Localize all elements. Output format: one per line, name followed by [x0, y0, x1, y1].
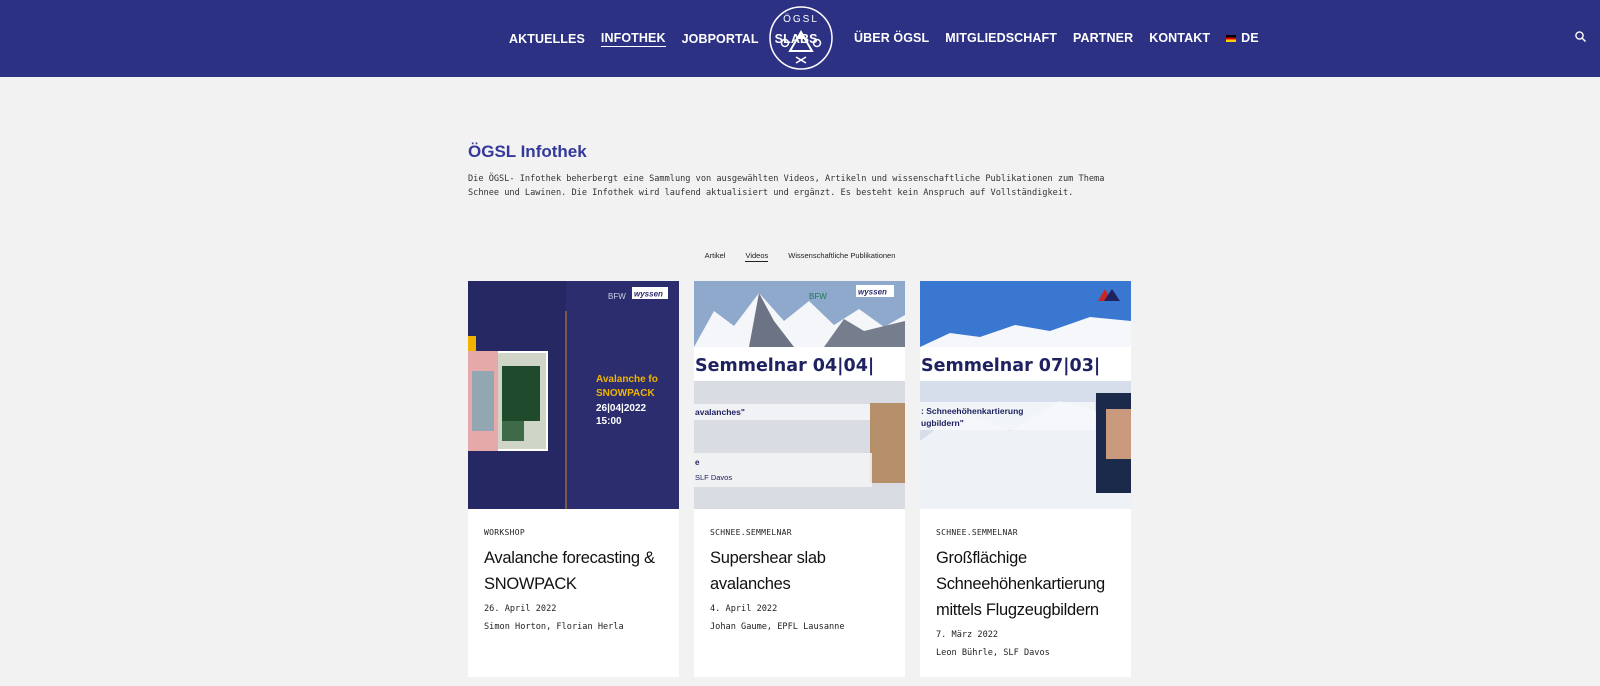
video-thumbnail[interactable]: BFW wyssen Avalanche fo SNOWPACK 26|04|2…: [468, 281, 679, 509]
nav-jobportal[interactable]: JOBPORTAL: [682, 31, 759, 47]
card-date: 4. April 2022: [710, 604, 778, 614]
card-author: Johan Gaume, EPFL Lausanne: [710, 622, 845, 632]
nav-kontakt[interactable]: KONTAKT: [1149, 30, 1210, 46]
thumb-banner: Semmelnar 04|04|: [695, 356, 874, 376]
filter-artikel[interactable]: Artikel: [705, 251, 726, 262]
thumb-date: 26|04|2022: [596, 403, 647, 414]
thumb-sub1: e: [695, 458, 700, 467]
video-card[interactable]: BFW wyssen Semmelnar 04|04| avalanches" …: [694, 281, 905, 677]
thumb-quote-2: ugbildern": [921, 418, 964, 428]
language-label: DE: [1241, 31, 1259, 45]
thumb-logo-bfw: BFW: [608, 292, 626, 301]
thumb-quote-1: : Schneehöhenkartierung: [921, 406, 1024, 416]
filter-videos[interactable]: Videos: [745, 251, 769, 262]
language-switch[interactable]: DE: [1226, 30, 1259, 46]
search-icon[interactable]: [1574, 30, 1588, 44]
page-title: ÖGSL Infothek: [468, 142, 587, 161]
thumb-banner: Semmelnar 07|03|: [921, 356, 1100, 376]
card-date: 7. März 2022: [936, 630, 999, 640]
thumb-time: 15:00: [596, 416, 622, 427]
nav-infothek[interactable]: INFOTHEK: [600, 30, 666, 47]
card-category[interactable]: WORKSHOP: [484, 528, 663, 537]
video-thumbnail[interactable]: Semmelnar 07|03| : Schneehöhenkartierung…: [920, 281, 1131, 509]
logo-text: ÖGSL: [783, 13, 819, 25]
filter-tabs: Artikel Videos Wissenschaftliche Publika…: [0, 251, 1600, 262]
thumb-logo-wyssen: wyssen: [858, 288, 887, 297]
card-date: 26. April 2022: [484, 604, 557, 614]
oegsl-logo[interactable]: ÖGSL: [768, 5, 834, 71]
card-title[interactable]: Avalanche forecasting & SNOWPACK: [484, 545, 663, 597]
nav-partner[interactable]: PARTNER: [1073, 30, 1133, 46]
thumb-headline-2: SNOWPACK: [596, 388, 655, 399]
card-category[interactable]: SCHNEE.SEMMELNAR: [936, 528, 1115, 537]
video-card[interactable]: Semmelnar 07|03| : Schneehöhenkartierung…: [920, 281, 1131, 677]
thumb-quote: avalanches": [695, 407, 745, 417]
video-thumbnail[interactable]: BFW wyssen Semmelnar 04|04| avalanches" …: [694, 281, 905, 509]
nav-mitgliedschaft[interactable]: MITGLIEDSCHAFT: [945, 30, 1057, 46]
thumb-headline: Avalanche fo: [596, 374, 658, 385]
thumb-logo-wyssen: wyssen: [634, 290, 663, 299]
intro-text: Die ÖGSL- Infothek beherbergt eine Samml…: [468, 174, 1105, 198]
card-category[interactable]: SCHNEE.SEMMELNAR: [710, 528, 889, 537]
card-author: Simon Horton, Florian Herla: [484, 622, 624, 632]
nav-aktuelles[interactable]: AKTUELLES: [509, 31, 585, 47]
main-nav-right: ÜBER ÖGSL MITGLIEDSCHAFT PARTNER KONTAKT…: [854, 30, 1275, 46]
video-card[interactable]: BFW wyssen Avalanche fo SNOWPACK 26|04|2…: [468, 281, 679, 677]
filter-wissenschaftliche-publikationen[interactable]: Wissenschaftliche Publikationen: [788, 251, 895, 262]
card-author: Leon Bührle, SLF Davos: [936, 648, 1050, 658]
thumb-sub2: SLF Davos: [695, 473, 732, 482]
card-title[interactable]: Supershear slab avalanches: [710, 545, 889, 597]
nav-ueber-oegsl[interactable]: ÜBER ÖGSL: [854, 30, 929, 46]
thumb-logo-bfw: BFW: [809, 292, 827, 301]
german-flag-icon: [1226, 35, 1237, 43]
site-header: AKTUELLES INFOTHEK JOBPORTAL SLABS ÖGSL …: [0, 0, 1600, 77]
card-title[interactable]: Großflächige Schneehöhenkartierung mitte…: [936, 545, 1115, 623]
